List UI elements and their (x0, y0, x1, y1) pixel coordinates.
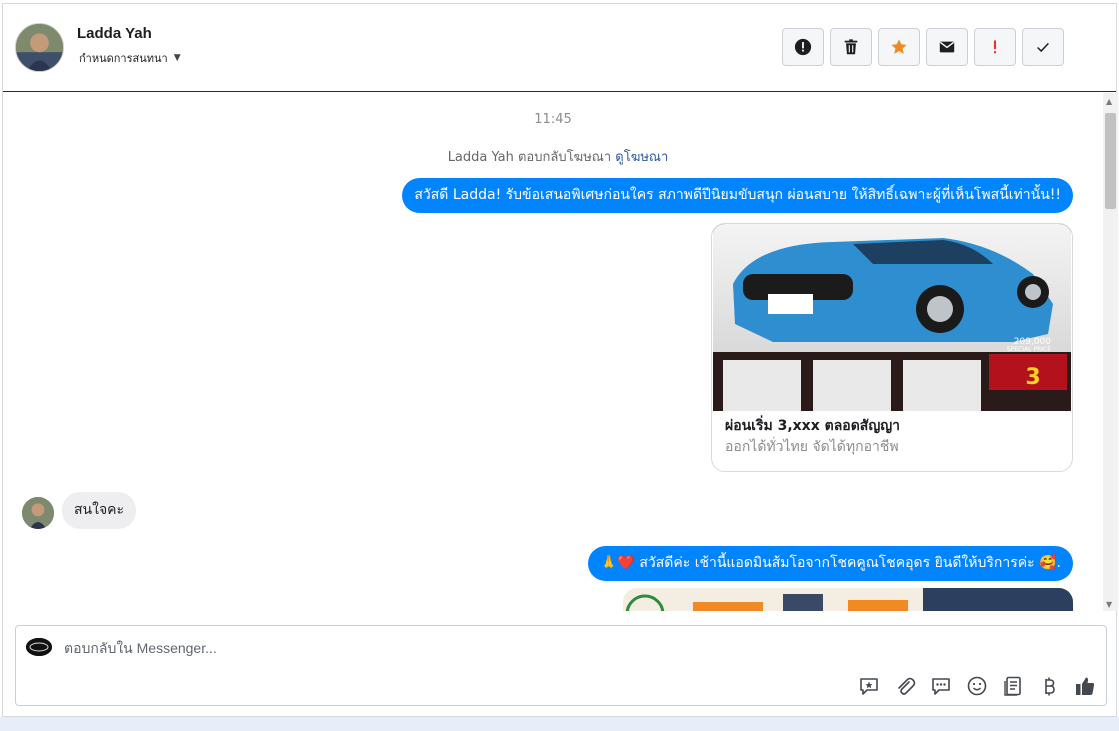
quick-replies-icon (932, 678, 950, 695)
emoji-icon (967, 676, 987, 696)
mark-spam-button[interactable] (782, 28, 824, 66)
ad-card-subtitle: ออกได้ทั่วไทย จัดได้ทุกอาชีพ (725, 439, 899, 455)
contact-photo (22, 497, 54, 529)
emoji-button[interactable] (966, 675, 988, 697)
page-logo (26, 638, 52, 656)
mark-done-button[interactable] (1022, 28, 1064, 66)
page-bottom-strip (0, 717, 1119, 731)
scroll-thumb[interactable] (1105, 113, 1116, 209)
conversation-assignment-dropdown[interactable]: กำหนดการสนทนา ▼ (79, 49, 181, 67)
quick-replies-button[interactable] (930, 675, 952, 697)
ad-card[interactable]: 209,000 SPECIAL PRICE 3 ผ่อนเริ่ม 3,xxx … (711, 223, 1073, 472)
notes-button[interactable] (1002, 675, 1024, 697)
envelope-icon (939, 41, 955, 53)
thumbs-up-icon (1076, 677, 1095, 695)
star-icon (891, 39, 907, 54)
scroll-down-arrow-icon[interactable]: ▼ (1106, 600, 1112, 609)
conversation-header: Ladda Yah กำหนดการสนทนา ▼ (3, 4, 1116, 92)
contact-avatar[interactable] (15, 23, 64, 72)
like-button[interactable] (1074, 675, 1096, 697)
assignment-label: กำหนดการสนทนา (79, 52, 168, 65)
exclamation-icon (993, 40, 997, 54)
thread-scrollbar[interactable]: ▲ ▼ (1103, 93, 1118, 611)
message-text: สวัสดีค่ะ เช้านี้แอดมินส้มโอจากโชคคูณโชค… (639, 555, 1035, 571)
mark-unread-button[interactable] (926, 28, 968, 66)
message-end-emoji: 🥰. (1039, 555, 1061, 571)
incoming-message[interactable]: สนใจคะ (62, 492, 137, 529)
caret-down-icon: ▼ (173, 53, 181, 63)
message-thread[interactable]: 11:45 Ladda Yah ตอบกลับโฆษณา ดูโฆษณา สวั… (3, 93, 1103, 611)
message-timestamp: 11:45 (534, 112, 572, 127)
baht-payment-icon (1045, 677, 1055, 696)
inbox-conversation-panel: Ladda Yah กำหนดการสนทนา ▼ 11:45 Ladda Ya… (2, 3, 1118, 717)
ad-image-preview[interactable] (623, 588, 1073, 611)
ad-reply-text: Ladda Yah ตอบกลับโฆษณา (447, 150, 612, 165)
attach-file-button[interactable] (894, 675, 916, 697)
saved-reply-button[interactable] (858, 675, 880, 697)
contact-avatar-small[interactable] (22, 497, 54, 529)
attachment-icon (898, 677, 916, 695)
follow-up-button[interactable] (974, 28, 1016, 66)
view-ad-link[interactable]: ดูโฆษณา (615, 150, 668, 165)
notes-icon (1004, 676, 1021, 696)
reply-input[interactable] (64, 640, 764, 656)
scroll-up-arrow-icon[interactable]: ▲ (1106, 97, 1112, 106)
image-promo-number: 3 (1025, 365, 1040, 390)
ad-reply-notice: Ladda Yah ตอบกลับโฆษณา ดูโฆษณา (3, 146, 1103, 167)
contact-name[interactable]: Ladda Yah (77, 25, 152, 42)
message-composer[interactable] (15, 625, 1107, 706)
checkmark-icon (1037, 42, 1049, 53)
outgoing-message[interactable]: สวัสดี Ladda! รับข้อเสนอพิเศษก่อนใคร สภา… (402, 178, 1073, 213)
ad-card-title: ผ่อนเริ่ม 3,xxx ตลอดสัญญา (725, 418, 901, 434)
message-emoji: 🙏❤️ (599, 555, 635, 571)
ad-card-image[interactable]: 209,000 SPECIAL PRICE 3 (713, 224, 1071, 411)
page-avatar (26, 638, 52, 656)
promo-banner-image (623, 588, 1073, 611)
star-button[interactable] (878, 28, 920, 66)
outgoing-message-2[interactable]: 🙏❤️ สวัสดีค่ะ เช้านี้แอดมินส้มโอจากโชคคู… (587, 546, 1073, 581)
alert-circle-icon (794, 38, 812, 56)
car-ad-image: 209,000 SPECIAL PRICE 3 (713, 224, 1071, 411)
trash-icon (844, 39, 858, 55)
image-price-caption: SPECIAL PRICE (1007, 346, 1051, 353)
payment-button[interactable] (1038, 675, 1060, 697)
contact-photo (16, 24, 63, 71)
conversation-actions (782, 28, 1064, 66)
saved-reply-icon (860, 678, 878, 695)
composer-toolbar (858, 675, 1096, 697)
delete-button[interactable] (830, 28, 872, 66)
